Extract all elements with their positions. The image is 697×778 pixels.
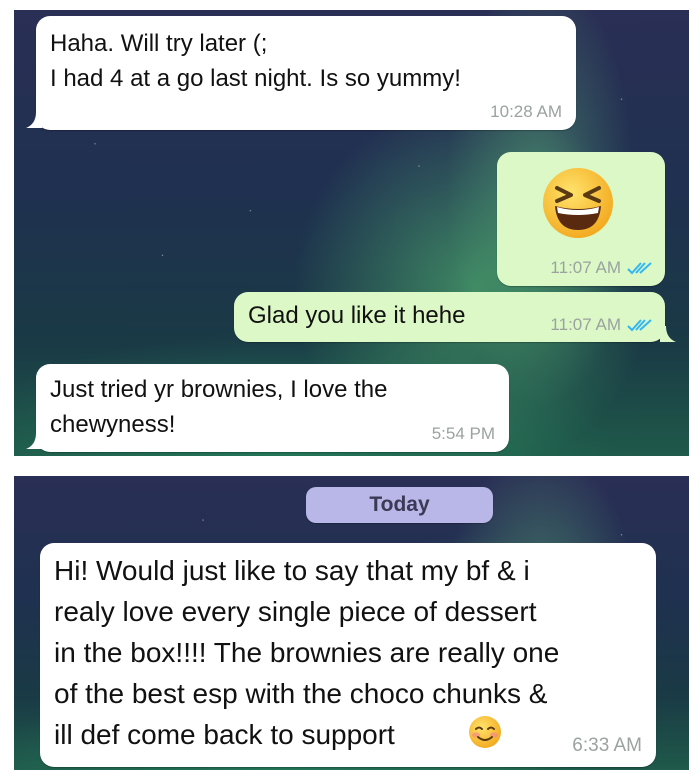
message-text: Haha. Will try later (; I had 4 at a go … — [50, 30, 461, 92]
message-bubble-outgoing[interactable]: 11:07 AM — [497, 152, 665, 286]
read-receipt-icon — [627, 319, 652, 332]
smiling-face-icon — [469, 716, 501, 748]
message-timestamp: 11:07 AM — [550, 258, 653, 278]
message-bubble-incoming[interactable]: Haha. Will try later (; I had 4 at a go … — [36, 16, 576, 130]
message-timestamp: 11:07 AM — [550, 315, 653, 335]
message-bubble-outgoing[interactable]: Glad you like it hehe 11:07 AM — [234, 292, 665, 342]
message-bubble-incoming[interactable]: Just tried yr brownies, I love the chewy… — [36, 364, 509, 452]
read-receipt-icon — [627, 262, 652, 275]
bubble-tail — [660, 326, 676, 342]
message-timestamp: 5:54 PM — [431, 424, 495, 443]
bubble-tail — [26, 433, 42, 449]
message-text: Glad you like it hehe — [248, 302, 466, 329]
message-text: Just tried yr brownies, I love the chewy… — [50, 376, 388, 438]
grinning-squinting-face-icon — [543, 168, 613, 238]
message-bubble-incoming[interactable]: Hi! Would just like to say that my bf & … — [40, 543, 656, 767]
bubble-tail — [26, 112, 42, 128]
message-timestamp: 6:33 AM — [572, 735, 642, 756]
date-separator: Today — [306, 487, 493, 523]
message-timestamp: 10:28 AM — [490, 102, 562, 121]
